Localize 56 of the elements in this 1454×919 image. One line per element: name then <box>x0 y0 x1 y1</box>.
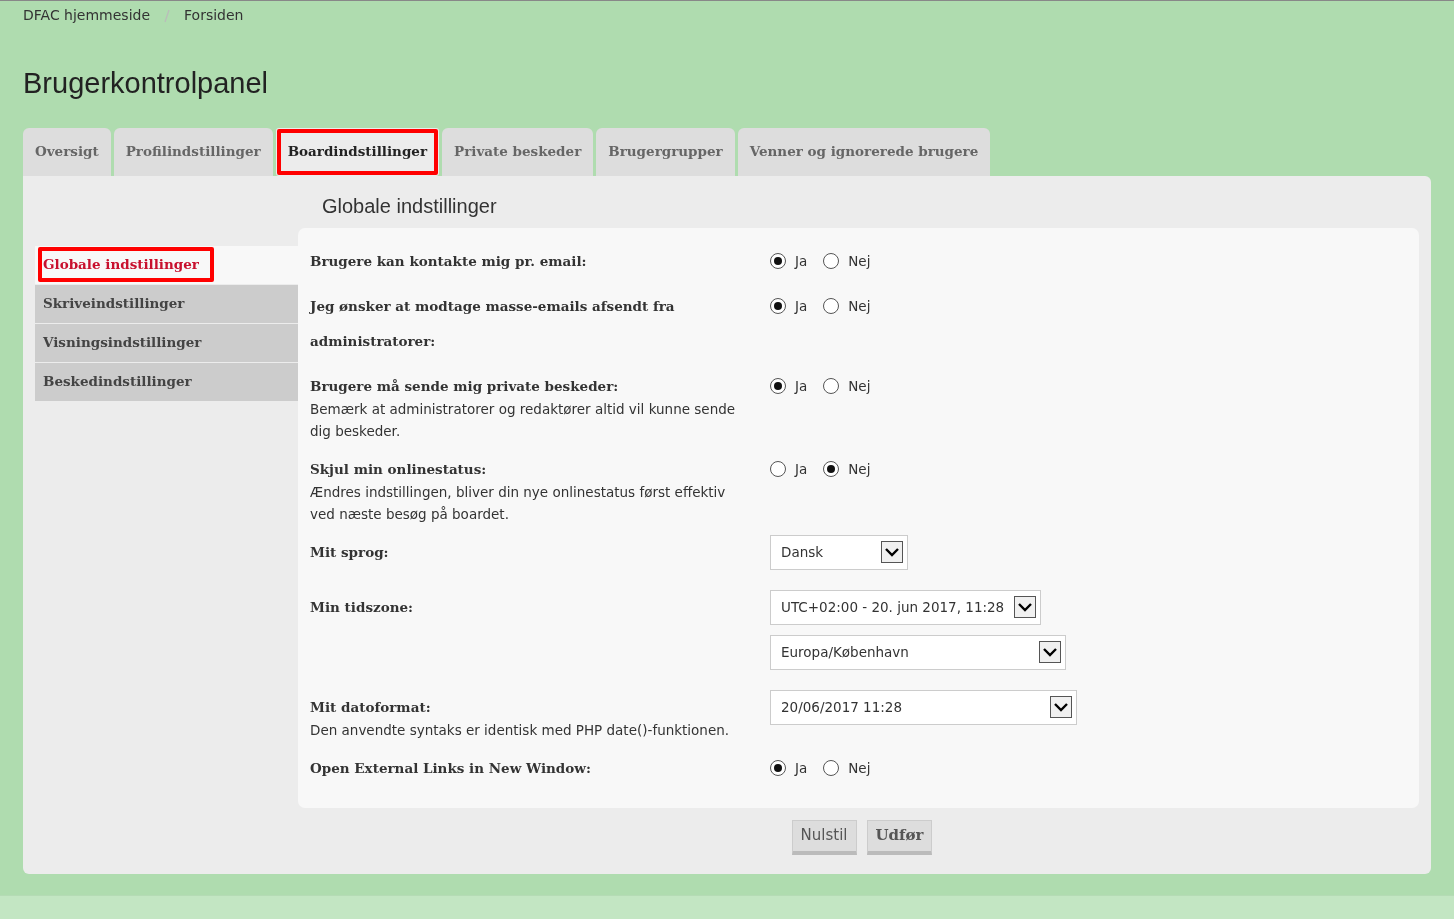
section-title: Globale indstillinger <box>321 193 498 219</box>
chevron-down-icon <box>1054 702 1068 712</box>
radio-label: Ja <box>795 459 808 479</box>
setting-label: Min tidszone: <box>310 597 415 617</box>
page-title: Brugerkontrolpanel <box>23 66 270 101</box>
radio-button[interactable] <box>823 298 840 314</box>
setting-note: Ændres indstillingen, bliver din nye onlinestatus først effektiv ved næste besøg på boardet. <box>310 482 727 524</box>
breadcrumb-link[interactable]: Forsiden <box>184 7 244 23</box>
radio-button[interactable] <box>770 253 786 269</box>
radio-button[interactable] <box>770 760 786 776</box>
dropdown[interactable]: Dansk <box>770 534 908 570</box>
breadcrumb-link[interactable]: DFAC hjemmeside <box>23 7 151 23</box>
radio-label: Ja <box>795 376 808 396</box>
dropdown[interactable]: UTC+02:00 - 20. jun 2017, 11:28 <box>770 589 1042 625</box>
tab[interactable]: Private beskeder <box>442 127 594 176</box>
setting-note: Bemærk at administratorer og redaktører altid vil kunne sende dig beskeder. <box>310 399 737 441</box>
radio-label: Nej <box>848 758 871 778</box>
chevron-down-icon <box>1018 602 1033 612</box>
radio-label: Ja <box>795 251 808 271</box>
radio-button[interactable] <box>823 461 840 477</box>
sidebar-item[interactable]: Visningsindstillinger <box>35 323 298 362</box>
radio-label: Ja <box>795 296 808 316</box>
radio-button[interactable] <box>823 378 840 394</box>
tab[interactable]: Boardindstillinger <box>275 127 440 176</box>
sidebar-item[interactable]: Globale indstillinger <box>35 245 298 284</box>
setting-label: Brugere kan kontakte mig pr. email: <box>310 251 588 271</box>
dropdown[interactable]: Europa/København <box>770 634 1066 670</box>
tab[interactable]: Venner og ignorerede brugere <box>737 127 991 176</box>
dropdown[interactable]: 20/06/2017 11:28 <box>770 689 1077 725</box>
radio-button[interactable] <box>770 378 786 394</box>
setting-label: Jeg ønsker at modtage masse-emails afsendt fra administratorer: <box>310 296 676 351</box>
radio-label: Nej <box>848 376 871 396</box>
chevron-down-icon <box>1043 647 1057 657</box>
chevron-down-icon <box>885 547 899 557</box>
sidebar-item[interactable]: Skriveindstillinger <box>35 284 298 323</box>
separator-icon <box>164 9 171 23</box>
radio-button[interactable] <box>770 298 786 314</box>
sidebar-item[interactable]: Beskedindstillinger <box>35 362 298 401</box>
radio-button[interactable] <box>823 253 840 269</box>
setting-label: Mit datoformat: <box>310 697 432 717</box>
radio-label: Nej <box>848 296 871 316</box>
setting-label: Brugere må sende mig private beskeder: <box>310 376 620 396</box>
tab[interactable]: Oversigt <box>23 127 111 176</box>
radio-button[interactable] <box>823 760 840 776</box>
radio-label: Nej <box>848 459 871 479</box>
setting-label: Skjul min onlinestatus: <box>310 459 488 479</box>
radio-button[interactable] <box>770 461 786 477</box>
tab[interactable]: Profilindstillinger <box>113 127 273 176</box>
reset-button[interactable]: Nulstil <box>791 819 857 855</box>
setting-note: Den anvendte syntaks er identisk med PHP date()-funktionen. <box>310 720 731 740</box>
tab[interactable]: Brugergrupper <box>596 127 735 176</box>
setting-label: Open External Links in New Window: <box>310 758 592 778</box>
radio-label: Nej <box>848 251 871 271</box>
radio-label: Ja <box>795 758 808 778</box>
setting-label: Mit sprog: <box>310 542 390 562</box>
submit-button[interactable]: Udfør <box>866 819 933 855</box>
